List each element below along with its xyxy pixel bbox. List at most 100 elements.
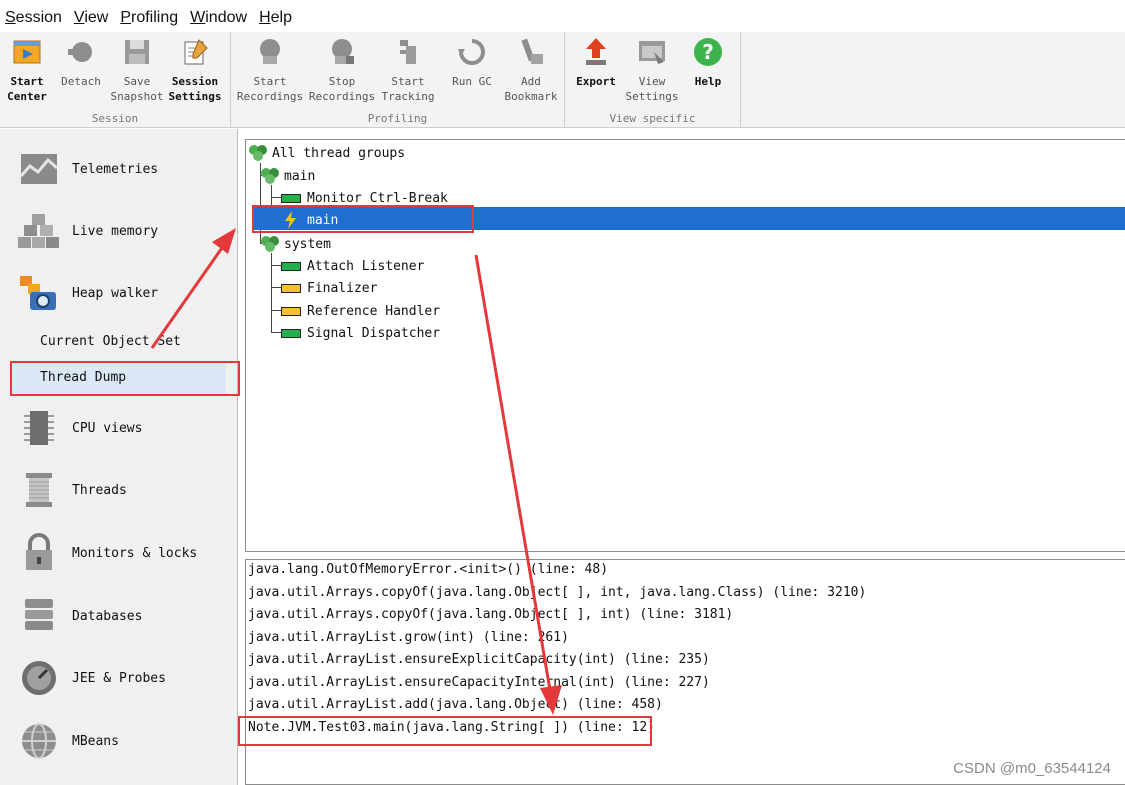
detach-button[interactable]: Detach <box>56 34 106 108</box>
nav-item-threads[interactable]: Threads <box>0 462 238 518</box>
menu-window[interactable]: Window <box>190 9 247 27</box>
nav-sub-current-object-set[interactable]: Current Object Set <box>40 334 181 349</box>
stack-frame[interactable]: java.util.ArrayList.ensureExplicitCapaci… <box>248 652 710 667</box>
nav-label-cpu-views: CPU views <box>72 420 143 436</box>
start-recordings-icon <box>260 39 280 64</box>
start-center-icon <box>13 40 41 64</box>
run-gc-icon <box>458 39 485 65</box>
stack-frame[interactable]: java.util.ArrayList.grow(int) (line: 261… <box>248 630 569 645</box>
stack-frame[interactable]: java.util.Arrays.copyOf(java.lang.Object… <box>248 585 866 600</box>
lock-icon <box>26 533 52 570</box>
stop-recordings-button[interactable]: Stop Recordings <box>309 34 375 108</box>
export-icon <box>586 38 606 65</box>
export-button[interactable]: Export <box>571 34 621 108</box>
tree-thread-attach-listener[interactable]: Attach Listener <box>281 255 424 277</box>
thread-running-icon <box>281 328 301 338</box>
stack-frame[interactable]: java.util.ArrayList.ensureCapacityIntern… <box>248 675 710 690</box>
menu-view[interactable]: View <box>74 9 108 27</box>
tree-group-system[interactable]: system <box>260 233 331 255</box>
nav-item-jee-probes[interactable]: JEE & Probes <box>0 650 238 706</box>
toolbar: Start Center Detach Save Snapshot Session S… <box>0 32 1125 128</box>
annotation-box-main-thread <box>252 205 474 233</box>
live-memory-icon <box>18 214 59 248</box>
add-bookmark-icon <box>521 38 543 64</box>
nav-label-mbeans: MBeans <box>72 733 119 749</box>
nav-label-live-memory: Live memory <box>72 223 159 239</box>
menu-profiling[interactable]: Profiling <box>120 9 178 27</box>
mbeans-globe-icon <box>22 723 56 759</box>
menu-session[interactable]: Session <box>5 9 62 27</box>
thread-running-icon <box>281 261 301 271</box>
stack-frame[interactable]: java.util.ArrayList.add(java.lang.Object… <box>248 697 663 712</box>
menu-help[interactable]: Help <box>259 9 292 27</box>
nav-item-monitors-locks[interactable]: Monitors & locks <box>0 525 238 581</box>
jee-probes-icon <box>22 661 56 695</box>
start-tracking-icon <box>400 40 416 64</box>
toolbar-group-profiling: Start Recordings Stop Recordings Start Trac… <box>231 32 565 128</box>
tree-connector <box>271 332 281 333</box>
databases-icon <box>25 599 53 630</box>
run-gc-button[interactable]: Run GC <box>449 34 495 108</box>
tree-root-all-thread-groups[interactable]: All thread groups <box>248 142 405 164</box>
toolbar-group-label-session: Session <box>91 112 139 125</box>
nav-item-live-memory[interactable]: Live memory <box>0 203 238 259</box>
cpu-views-icon <box>24 411 54 445</box>
detach-icon <box>68 42 92 62</box>
nav-label-threads: Threads <box>72 482 127 498</box>
left-nav: Telemetries Live memory Heap walker Curr… <box>0 129 238 785</box>
stack-frame[interactable]: java.lang.OutOfMemoryError.<init>() (lin… <box>248 562 608 577</box>
annotation-box-app-frame <box>238 716 652 746</box>
view-settings-icon <box>639 41 665 64</box>
stop-recordings-icon <box>332 39 354 64</box>
start-tracking-button[interactable]: Start Tracking <box>379 34 437 108</box>
nav-label-heap-walker: Heap walker <box>72 285 159 301</box>
thread-group-icon <box>261 168 279 184</box>
nav-label-jee-probes: JEE & Probes <box>72 670 166 686</box>
tree-thread-finalizer[interactable]: Finalizer <box>281 277 377 299</box>
stack-frame[interactable]: java.util.Arrays.copyOf(java.lang.Object… <box>248 607 733 622</box>
svg-text:?: ? <box>702 40 714 64</box>
annotation-box-thread-dump <box>10 361 240 396</box>
tree-connector <box>271 310 281 311</box>
view-settings-button[interactable]: View Settings <box>625 34 679 108</box>
start-center-button[interactable]: Start Center <box>4 34 50 108</box>
save-snapshot-icon <box>125 40 149 64</box>
thread-group-icon <box>261 236 279 252</box>
thread-running-icon <box>281 193 301 203</box>
tree-connector <box>271 265 281 266</box>
menu-bar: Session View Profiling Window Help <box>0 0 1125 32</box>
stack-trace-panel: java.lang.OutOfMemoryError.<init>() (lin… <box>245 559 1125 785</box>
watermark: CSDN @m0_63544124 <box>953 760 1111 777</box>
help-button[interactable]: ? Help <box>685 34 731 108</box>
nav-label-monitors-locks: Monitors & locks <box>72 545 198 561</box>
nav-item-telemetries[interactable]: Telemetries <box>0 141 238 197</box>
tree-connector <box>271 287 281 288</box>
thread-waiting-icon <box>281 306 301 316</box>
toolbar-group-view-specific: Export View Settings ? Help View specific <box>565 32 741 128</box>
start-recordings-button[interactable]: Start Recordings <box>237 34 303 108</box>
nav-label-telemetries: Telemetries <box>72 161 159 177</box>
tree-thread-reference-handler[interactable]: Reference Handler <box>281 300 440 322</box>
telemetries-icon <box>19 154 58 184</box>
tree-thread-signal-dispatcher[interactable]: Signal Dispatcher <box>281 322 440 344</box>
nav-item-heap-walker[interactable]: Heap walker <box>0 265 238 321</box>
nav-label-databases: Databases <box>72 608 143 624</box>
thread-group-icon <box>249 145 267 161</box>
add-bookmark-button[interactable]: Add Bookmark <box>503 34 559 108</box>
nav-item-databases[interactable]: Databases <box>0 588 238 644</box>
thread-tree-panel: All thread groups main Monitor Ctrl-Brea… <box>245 139 1125 552</box>
save-snapshot-button[interactable]: Save Snapshot <box>110 34 164 108</box>
toolbar-group-label-profiling: Profiling <box>367 112 428 125</box>
toolbar-group-session: Start Center Detach Save Snapshot Session S… <box>0 32 231 128</box>
toolbar-group-label-view-specific: View specific <box>609 112 696 125</box>
threads-icon <box>26 473 52 507</box>
tree-connector <box>271 197 281 198</box>
tree-group-main[interactable]: main <box>260 165 315 187</box>
help-icon: ? <box>694 38 722 66</box>
thread-waiting-icon <box>281 283 301 293</box>
nav-item-mbeans[interactable]: MBeans <box>0 713 238 769</box>
nav-item-cpu-views[interactable]: CPU views <box>0 400 238 456</box>
session-settings-icon <box>184 39 208 65</box>
session-settings-button[interactable]: Session Settings <box>168 34 222 108</box>
heap-walker-icon <box>20 276 56 310</box>
